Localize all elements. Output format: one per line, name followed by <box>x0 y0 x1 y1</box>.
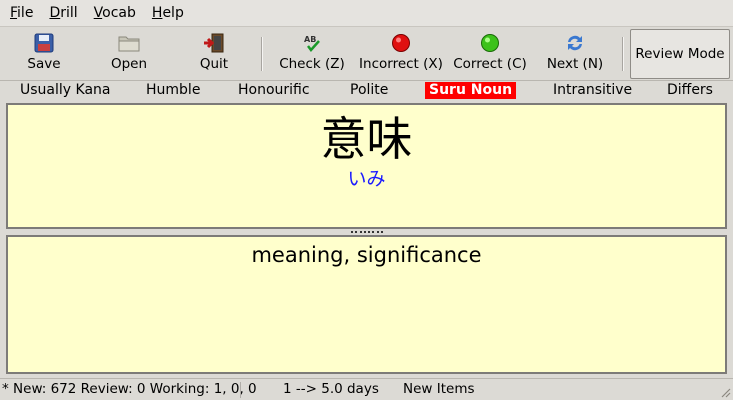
kanji-word: 意味 <box>320 112 413 166</box>
open-label: Open <box>110 56 148 72</box>
incorrect-label: Incorrect (X) <box>359 56 443 72</box>
next-label: Next (N) <box>546 56 604 72</box>
red-dot-icon <box>390 33 412 53</box>
tag-bar: Usually Kana Humble Honourific Polite Su… <box>0 81 733 100</box>
check-button[interactable]: AB Check (Z) <box>273 29 351 77</box>
exit-door-icon <box>203 33 225 53</box>
quit-button[interactable]: Quit <box>184 29 244 77</box>
status-counts: * New: 672 Review: 0 Working: 1, 0, 0 <box>2 381 257 397</box>
meaning-text: meaning, significance <box>251 243 482 267</box>
tag-differs: Differs <box>667 82 713 98</box>
toolbar-separator <box>622 37 624 71</box>
toolbar: Save Open Quit AB Check (Z) Incorrect (X… <box>0 27 733 81</box>
tag-polite: Polite <box>350 82 389 98</box>
status-bar: * New: 672 Review: 0 Working: 1, 0, 0 1 … <box>0 378 733 400</box>
kana-reading: いみ <box>347 168 386 190</box>
save-label: Save <box>27 56 61 72</box>
menu-file[interactable]: File <box>2 0 41 27</box>
tag-humble: Humble <box>146 82 201 98</box>
status-interval: 1 --> 5.0 days <box>283 381 379 397</box>
menu-vocab[interactable]: Vocab <box>86 0 144 27</box>
check-label: Check (Z) <box>279 56 345 72</box>
next-button[interactable]: Next (N) <box>543 29 607 77</box>
tag-intransitive: Intransitive <box>553 82 633 98</box>
resize-grip-icon[interactable] <box>719 386 731 398</box>
status-mode: New Items <box>403 381 475 397</box>
open-button[interactable]: Open <box>99 29 159 77</box>
menu-bar: File Drill Vocab Help <box>0 0 733 27</box>
answer-panel: meaning, significance <box>6 235 727 374</box>
folder-icon <box>118 33 140 53</box>
review-mode-button[interactable]: Review Mode <box>630 29 730 79</box>
menu-drill[interactable]: Drill <box>41 0 85 27</box>
correct-button[interactable]: Correct (C) <box>449 29 531 77</box>
correct-label: Correct (C) <box>453 56 527 72</box>
green-dot-icon <box>479 33 501 53</box>
tag-honourific: Honourific <box>238 82 310 98</box>
quit-label: Quit <box>199 56 229 72</box>
incorrect-button[interactable]: Incorrect (X) <box>354 29 448 77</box>
refresh-icon <box>564 33 586 53</box>
floppy-disk-icon <box>33 33 55 53</box>
question-panel: 意味 いみ <box>6 103 727 229</box>
svg-text:AB: AB <box>304 35 316 44</box>
menu-help[interactable]: Help <box>144 0 192 27</box>
toolbar-separator <box>261 37 263 71</box>
status-divider <box>240 382 241 398</box>
tag-suru-noun: Suru Noun <box>425 82 517 99</box>
tag-usually-kana: Usually Kana <box>20 82 111 98</box>
save-button[interactable]: Save <box>14 29 74 77</box>
spell-check-icon: AB <box>301 33 323 53</box>
